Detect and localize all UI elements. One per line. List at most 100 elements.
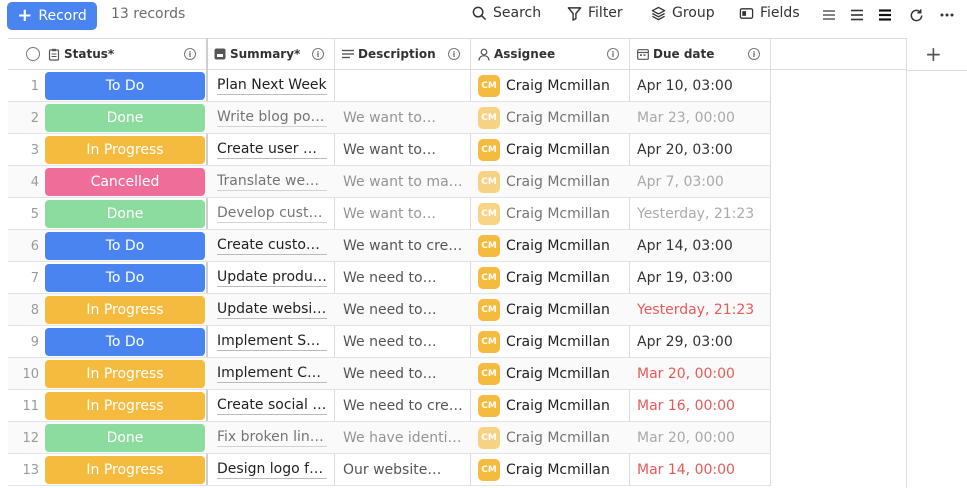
description-cell[interactable]: We want to… xyxy=(343,102,467,134)
column-header-status[interactable]: Status* i xyxy=(8,38,206,70)
table-row[interactable]: 1 To Do Plan Next Week CM Craig Mcmillan Apr … xyxy=(8,70,770,102)
description-cell[interactable]: We have identifie… xyxy=(343,422,467,454)
info-icon[interactable]: i xyxy=(607,48,619,60)
description-cell[interactable]: We need to… xyxy=(343,262,467,294)
status-badge[interactable]: In Progress xyxy=(45,136,205,164)
column-header-due-date[interactable]: Due date i xyxy=(629,38,770,70)
info-icon[interactable]: i xyxy=(312,48,324,60)
due-date-cell[interactable]: Yesterday, 21:23 xyxy=(637,294,769,326)
assignee-cell[interactable]: CM Craig Mcmillan xyxy=(478,358,633,390)
description-cell[interactable]: We want to make… xyxy=(343,166,467,198)
table-row[interactable]: 11 In Progress Create social m… We need to … xyxy=(8,390,770,422)
add-column-button[interactable]: + xyxy=(925,44,942,64)
row-height-tall-button[interactable] xyxy=(877,7,893,23)
table-row[interactable]: 12 Done Fix broken links… We have identifie… xyxy=(8,422,770,454)
summary-cell[interactable]: Implement SSL … xyxy=(217,326,333,358)
due-date-cell[interactable]: Mar 20, 00:00 xyxy=(637,358,769,390)
refresh-button[interactable] xyxy=(908,7,924,23)
summary-cell[interactable]: Create social m… xyxy=(217,390,333,422)
summary-cell[interactable]: Create user ma… xyxy=(217,134,333,166)
summary-cell[interactable]: Plan Next Week xyxy=(217,70,333,102)
fields-button[interactable]: Fields xyxy=(739,5,800,21)
description-cell[interactable] xyxy=(343,70,467,102)
info-icon[interactable]: i xyxy=(448,48,460,60)
summary-cell[interactable]: Develop custo… xyxy=(217,198,333,230)
status-badge[interactable]: To Do xyxy=(45,328,205,356)
due-date-cell[interactable]: Apr 19, 03:00 xyxy=(637,262,769,294)
due-date-cell[interactable]: Mar 23, 00:00 xyxy=(637,102,769,134)
status-badge[interactable]: Done xyxy=(45,200,205,228)
description-cell[interactable]: We want to creat… xyxy=(343,230,467,262)
due-date-cell[interactable]: Apr 20, 03:00 xyxy=(637,134,769,166)
summary-cell[interactable]: Translate websi… xyxy=(217,166,333,198)
search-button[interactable]: Search xyxy=(472,5,541,21)
status-badge[interactable]: Cancelled xyxy=(45,168,205,196)
assignee-cell[interactable]: CM Craig Mcmillan xyxy=(478,70,633,102)
table-row[interactable]: 4 Cancelled Translate websi… We want to mak… xyxy=(8,166,770,198)
summary-cell[interactable]: Create custom… xyxy=(217,230,333,262)
assignee-cell[interactable]: CM Craig Mcmillan xyxy=(478,262,633,294)
due-date-cell[interactable]: Mar 20, 00:00 xyxy=(637,422,769,454)
status-badge[interactable]: To Do xyxy=(45,232,205,260)
assignee-cell[interactable]: CM Craig Mcmillan xyxy=(478,230,633,262)
filter-button[interactable]: Filter xyxy=(567,5,623,21)
assignee-cell[interactable]: CM Craig Mcmillan xyxy=(478,294,633,326)
status-badge[interactable]: In Progress xyxy=(45,392,205,420)
due-date-cell[interactable]: Apr 10, 03:00 xyxy=(637,70,769,102)
group-button[interactable]: Group xyxy=(651,5,715,21)
status-badge[interactable]: To Do xyxy=(45,264,205,292)
status-badge[interactable]: In Progress xyxy=(45,456,205,484)
assignee-cell[interactable]: CM Craig Mcmillan xyxy=(478,102,633,134)
summary-cell[interactable]: Design logo for … xyxy=(217,454,333,486)
table-row[interactable]: 3 In Progress Create user ma… We want to… CM… xyxy=(8,134,770,166)
due-date-cell[interactable]: Yesterday, 21:23 xyxy=(637,198,769,230)
add-record-button[interactable]: + Record xyxy=(7,2,97,30)
assignee-cell[interactable]: CM Craig Mcmillan xyxy=(478,134,633,166)
status-badge[interactable]: To Do xyxy=(45,72,205,100)
column-header-summary[interactable]: Summary* i xyxy=(206,38,334,70)
assignee-cell[interactable]: CM Craig Mcmillan xyxy=(478,198,633,230)
column-header-assignee[interactable]: Assignee i xyxy=(470,38,629,70)
table-row[interactable]: 5 Done Develop custo… We want to… CM Craig Mc… xyxy=(8,198,770,230)
more-options-button[interactable] xyxy=(939,7,955,23)
assignee-cell[interactable]: CM Craig Mcmillan xyxy=(478,166,633,198)
assignee-cell[interactable]: CM Craig Mcmillan xyxy=(478,422,633,454)
table-row[interactable]: 13 In Progress Design logo for … Our websit… xyxy=(8,454,770,486)
due-date-cell[interactable]: Mar 14, 00:00 xyxy=(637,454,769,486)
summary-cell[interactable]: Write blog post … xyxy=(217,102,333,134)
description-cell[interactable]: We need to… xyxy=(343,358,467,390)
table-row[interactable]: 8 In Progress Update website… We need to… CM… xyxy=(8,294,770,326)
due-date-cell[interactable]: Apr 14, 03:00 xyxy=(637,230,769,262)
description-cell[interactable]: We need to creat… xyxy=(343,390,467,422)
status-badge[interactable]: Done xyxy=(45,424,205,452)
table-row[interactable]: 10 In Progress Implement CR… We need to… CM C… xyxy=(8,358,770,390)
status-badge[interactable]: In Progress xyxy=(45,360,205,388)
summary-cell[interactable]: Update website… xyxy=(217,294,333,326)
summary-cell[interactable]: Update produc… xyxy=(217,262,333,294)
table-row[interactable]: 6 To Do Create custom… We want to creat… CM C… xyxy=(8,230,770,262)
table-row[interactable]: 2 Done Write blog post … We want to… CM Craig… xyxy=(8,102,770,134)
info-icon[interactable]: i xyxy=(184,48,196,60)
description-cell[interactable]: We want to… xyxy=(343,198,467,230)
table-row[interactable]: 9 To Do Implement SSL … We need to… CM Craig … xyxy=(8,326,770,358)
summary-cell[interactable]: Implement CR… xyxy=(217,358,333,390)
assignee-cell[interactable]: CM Craig Mcmillan xyxy=(478,390,633,422)
assignee-cell[interactable]: CM Craig Mcmillan xyxy=(478,454,633,486)
row-height-medium-button[interactable] xyxy=(849,7,865,23)
column-header-description[interactable]: Description i xyxy=(334,38,470,70)
description-cell[interactable]: We want to… xyxy=(343,134,467,166)
due-date-cell[interactable]: Apr 7, 03:00 xyxy=(637,166,769,198)
status-badge[interactable]: Done xyxy=(45,104,205,132)
info-icon[interactable]: i xyxy=(748,48,760,60)
description-cell[interactable]: We need to… xyxy=(343,326,467,358)
description-cell[interactable]: We need to… xyxy=(343,294,467,326)
assignee-cell[interactable]: CM Craig Mcmillan xyxy=(478,326,633,358)
status-badge[interactable]: In Progress xyxy=(45,296,205,324)
description-cell[interactable]: Our website… xyxy=(343,454,467,486)
summary-cell[interactable]: Fix broken links… xyxy=(217,422,333,454)
select-all-checkbox[interactable] xyxy=(26,47,40,61)
due-date-cell[interactable]: Apr 29, 03:00 xyxy=(637,326,769,358)
row-height-short-button[interactable] xyxy=(821,7,837,23)
due-date-cell[interactable]: Mar 16, 00:00 xyxy=(637,390,769,422)
table-row[interactable]: 7 To Do Update produc… We need to… CM Craig M… xyxy=(8,262,770,294)
